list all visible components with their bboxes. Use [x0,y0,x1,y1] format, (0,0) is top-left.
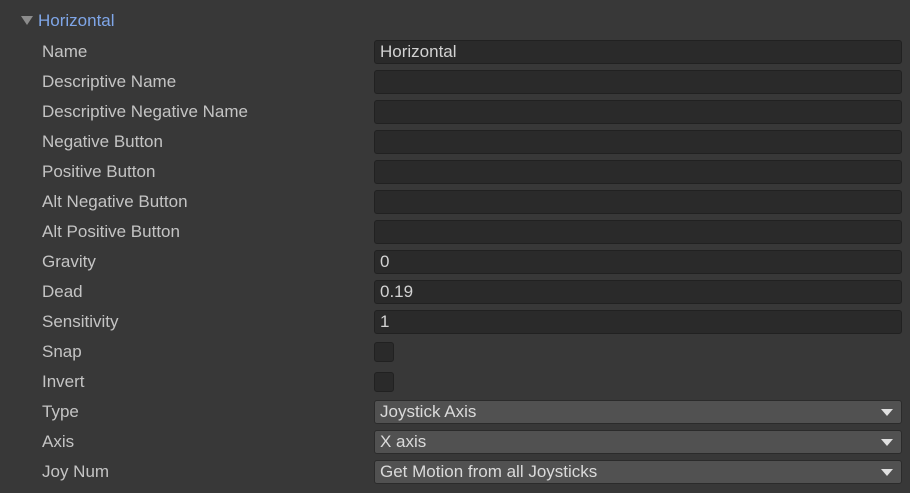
row-gravity: Gravity 0 [0,247,910,277]
invert-label: Invert [42,372,85,391]
type-dropdown-value: Joystick Axis [380,402,477,421]
dead-label: Dead [42,282,83,301]
snap-label: Snap [42,342,82,361]
gravity-field[interactable]: 0 [374,250,902,274]
row-descriptive-name: Descriptive Name [0,67,910,97]
descriptive-name-field[interactable] [374,70,902,94]
descriptive-negative-name-field[interactable] [374,100,902,124]
type-dropdown[interactable]: Joystick Axis [374,400,902,424]
row-invert: Invert [0,367,910,397]
alt-negative-button-label: Alt Negative Button [42,192,188,211]
alt-positive-button-field[interactable] [374,220,902,244]
triangle-down-icon[interactable] [18,12,36,30]
invert-checkbox[interactable] [374,372,394,392]
row-dead: Dead 0.19 [0,277,910,307]
foldout-title: Horizontal [38,11,115,30]
row-axis: Axis X axis [0,427,910,457]
row-positive-button: Positive Button [0,157,910,187]
joy-num-dropdown-value: Get Motion from all Joysticks [380,462,598,481]
row-alt-positive-button: Alt Positive Button [0,217,910,247]
positive-button-label: Positive Button [42,162,156,181]
row-alt-negative-button: Alt Negative Button [0,187,910,217]
dropdown-arrow-icon [881,469,893,476]
axis-properties: Name Horizontal Descriptive Name Descrip… [0,37,910,487]
dropdown-arrow-icon [881,439,893,446]
row-descriptive-negative-name: Descriptive Negative Name [0,97,910,127]
row-joy-num: Joy Num Get Motion from all Joysticks [0,457,910,487]
sensitivity-field[interactable]: 1 [374,310,902,334]
row-snap: Snap [0,337,910,367]
joy-num-label: Joy Num [42,462,110,481]
positive-button-field[interactable] [374,160,902,184]
inspector-panel: Horizontal Name Horizontal Descriptive N… [0,0,910,493]
joy-num-dropdown[interactable]: Get Motion from all Joysticks [374,460,902,484]
negative-button-label: Negative Button [42,132,163,151]
row-sensitivity: Sensitivity 1 [0,307,910,337]
dropdown-arrow-icon [881,409,893,416]
axis-label: Axis [42,432,75,451]
negative-button-field[interactable] [374,130,902,154]
dead-field[interactable]: 0.19 [374,280,902,304]
gravity-label: Gravity [42,252,96,271]
row-name: Name Horizontal [0,37,910,67]
axis-foldout-header[interactable]: Horizontal [18,8,115,34]
axis-dropdown[interactable]: X axis [374,430,902,454]
alt-negative-button-field[interactable] [374,190,902,214]
name-field[interactable]: Horizontal [374,40,902,64]
descriptive-negative-name-label: Descriptive Negative Name [42,102,248,121]
row-type: Type Joystick Axis [0,397,910,427]
snap-checkbox[interactable] [374,342,394,362]
sensitivity-label: Sensitivity [42,312,119,331]
type-label: Type [42,402,79,421]
row-negative-button: Negative Button [0,127,910,157]
descriptive-name-label: Descriptive Name [42,72,177,91]
axis-dropdown-value: X axis [380,432,427,451]
name-label: Name [42,42,88,61]
alt-positive-button-label: Alt Positive Button [42,222,180,241]
